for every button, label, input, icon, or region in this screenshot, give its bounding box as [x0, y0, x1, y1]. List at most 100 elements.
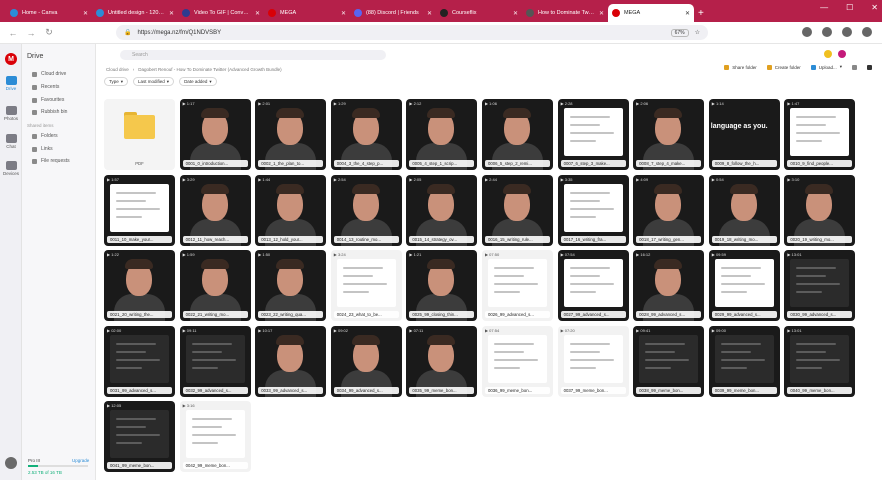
list-view-button[interactable]: [852, 64, 857, 70]
video-tile[interactable]: ▶ 4:09 0018_17_writing_gen...: [633, 174, 705, 246]
video-tile[interactable]: ▶ 12:05 0041_99_meme_bon...: [104, 401, 175, 473]
video-tile[interactable]: ▶ 07:54 0036_99_meme_bon...: [481, 325, 553, 397]
folder-tile[interactable]: PDF: [104, 99, 175, 170]
video-tile[interactable]: ▶ 07:50 0026_99_advanced_s...: [481, 250, 553, 322]
avatar[interactable]: [838, 50, 846, 58]
search-input[interactable]: Search: [120, 50, 386, 60]
minimize-icon[interactable]: —: [820, 3, 828, 12]
back-icon[interactable]: ←: [8, 28, 18, 38]
video-tile[interactable]: ▶ 0:54 0019_18_writing_mo...: [708, 174, 780, 246]
video-tile[interactable]: ▶ 2:44 0016_15_writing_rule...: [481, 174, 553, 246]
video-tile[interactable]: ▶ 10:17 0033_99_advanced_s...: [255, 325, 327, 397]
panel-item-cloud-drive[interactable]: Cloud drive: [32, 71, 66, 77]
extensions-icon[interactable]: [802, 27, 812, 37]
video-tile[interactable]: ▶ 07:54 0027_99_advanced_s...: [557, 250, 629, 322]
close-icon[interactable]: ✕: [255, 10, 260, 17]
browser-tab[interactable]: Untitled design - 1200 × 7... ✕: [92, 4, 178, 22]
panel-item-file-requests[interactable]: File requests: [32, 158, 70, 164]
video-tile[interactable]: ▶ 1:50 0023_22_writing_qua...: [255, 250, 327, 322]
panel-item-links[interactable]: Links: [32, 146, 53, 152]
video-tile[interactable]: ▶ 13:01 0040_99_meme_bon...: [784, 325, 856, 397]
browser-tab[interactable]: MEGA ✕: [608, 4, 694, 22]
maximize-icon[interactable]: ☐: [846, 3, 853, 12]
close-icon[interactable]: ✕: [427, 10, 432, 17]
video-tile[interactable]: ▶ 1:29 0004_3_the_4_step_p...: [330, 99, 402, 170]
rail-item-chat[interactable]: Chat: [0, 134, 22, 149]
settings-icon[interactable]: [5, 457, 17, 469]
create-folder-button[interactable]: Create folder: [766, 64, 801, 70]
video-tile[interactable]: ▶ 09:11 0032_99_advanced_s...: [179, 325, 251, 397]
video-tile[interactable]: ▶ 02:00 0031_99_advanced_s...: [104, 325, 175, 397]
video-tile[interactable]: ▶ 1:21 0025_99_closing_thin...: [406, 250, 478, 322]
video-tile[interactable]: ▶ 1:06 0006_5_step_2_remi...: [481, 99, 553, 170]
notification-bell-icon[interactable]: [824, 50, 832, 58]
download-icon[interactable]: [822, 27, 832, 37]
video-tile[interactable]: ▶ 2:06 0008_7_step_4_make...: [633, 99, 705, 170]
video-tile[interactable]: ▶ 1:59 0022_21_writing_mo...: [179, 250, 251, 322]
close-icon[interactable]: ✕: [513, 10, 518, 17]
video-tile[interactable]: ▶ 1:57 0011_10_make_your...: [104, 174, 175, 246]
video-tile[interactable]: ▶ 2:01 0002_1_the_plan_to...: [255, 99, 327, 170]
video-tile[interactable]: ▶ 2:12 0005_4_step_1_scrip...: [406, 99, 478, 170]
video-tile[interactable]: ▶ 3:24 0024_23_what_to_be...: [330, 250, 402, 322]
address-bar[interactable]: 🔒 https://mega.nz/fm/Q1NDVSBY 67% ☆: [116, 25, 708, 40]
video-tile[interactable]: ▶ 1:22 0021_20_writing_the...: [104, 250, 175, 322]
panel-item-favourites[interactable]: Favourites: [32, 97, 64, 103]
menu-icon[interactable]: [862, 27, 872, 37]
browser-tab[interactable]: How to Dominate Twitter ... ✕: [522, 4, 608, 22]
close-window-icon[interactable]: ✕: [871, 3, 878, 12]
browser-tab[interactable]: MEGA ✕: [264, 4, 350, 22]
video-tile[interactable]: ▶ 3:29 0012_11_how_reach...: [179, 174, 251, 246]
video-tile[interactable]: ▶ 09:59 0029_99_advanced_s...: [708, 250, 780, 322]
video-tile[interactable]: ▶ 07:11 0035_99_meme_bon...: [406, 325, 478, 397]
video-tile[interactable]: ▶ 1:17 0001_0_introduction...: [179, 99, 251, 170]
bookmark-star-icon[interactable]: ☆: [695, 29, 700, 36]
new-tab-icon[interactable]: +: [698, 8, 704, 19]
close-icon[interactable]: ✕: [341, 10, 346, 17]
file-name: 0006_5_step_2_remi...: [484, 160, 550, 167]
rail-item-devices[interactable]: Devices: [0, 161, 22, 176]
video-tile[interactable]: ▶ 2:28 0007_6_step_3_make...: [557, 99, 629, 170]
rail-item-drive[interactable]: Drive: [0, 76, 22, 91]
video-tile[interactable]: ▶ 3:16 0042_99_meme_bon...: [179, 401, 251, 473]
rail-item-photos[interactable]: Photos: [0, 106, 22, 121]
video-tile[interactable]: ▶ 09:41 0038_99_meme_bon...: [633, 325, 705, 397]
panel-item-folders[interactable]: Folders: [32, 133, 58, 139]
breadcrumb-cloud-drive[interactable]: Cloud drive: [106, 67, 129, 72]
filter-last-modified[interactable]: Last modified ▾: [133, 77, 175, 86]
video-tile[interactable]: ▶ 1:44 0013_12_hold_your...: [255, 174, 327, 246]
close-icon[interactable]: ✕: [169, 10, 174, 17]
profile-icon[interactable]: [842, 27, 852, 37]
browser-tab[interactable]: Video To GIF | Convert Vid... ✕: [178, 4, 264, 22]
video-tile[interactable]: ▶ 09:00 0039_99_meme_bon...: [708, 325, 780, 397]
upgrade-link[interactable]: Upgrade: [72, 458, 89, 463]
filter-date-added[interactable]: Date added ▾: [179, 77, 217, 86]
video-tile[interactable]: ▶ 2:54 0014_13_routine_mo...: [330, 174, 402, 246]
video-tile[interactable]: ▶ 3:35 0017_16_writing_fra...: [557, 174, 629, 246]
video-tile[interactable]: ▶ 16:12 0028_99_advanced_s...: [633, 250, 705, 322]
browser-tab[interactable]: Courseflix ✕: [436, 4, 522, 22]
upload-button[interactable]: Upload... ▾: [810, 64, 842, 70]
browser-tab[interactable]: (88) Discord | Friends ✕: [350, 4, 436, 22]
zoom-level[interactable]: 67%: [670, 28, 689, 37]
grid-view-button[interactable]: [867, 64, 872, 70]
panel-item-recents[interactable]: Recents: [32, 84, 59, 90]
panel-item-rubbish-bin[interactable]: Rubbish bin: [32, 109, 67, 115]
close-icon[interactable]: ✕: [685, 10, 690, 17]
video-tile[interactable]: ▶ 13:01 0030_99_advanced_s...: [784, 250, 856, 322]
file-name: 0014_13_routine_mo...: [333, 235, 399, 243]
video-tile[interactable]: ▶ 09:02 0034_99_advanced_s...: [330, 325, 402, 397]
browser-tab[interactable]: Home - Canva ✕: [6, 4, 92, 22]
reload-icon[interactable]: ↻: [44, 27, 54, 38]
mega-logo-icon[interactable]: M: [5, 53, 17, 65]
close-icon[interactable]: ✕: [83, 10, 88, 17]
forward-icon[interactable]: →: [26, 28, 36, 38]
close-icon[interactable]: ✕: [599, 10, 604, 17]
video-tile[interactable]: ▶ 2:05 0015_14_strategy_ov...: [406, 174, 478, 246]
video-tile[interactable]: ▶ 1:47 0010_9_find_people...: [784, 99, 856, 170]
share-folder-button[interactable]: Share folder: [724, 64, 757, 70]
filter-type[interactable]: Type ▾: [104, 77, 129, 86]
video-tile[interactable]: language as you. ▶ 1:14 0009_8_follow_the_…: [708, 99, 780, 170]
video-tile[interactable]: ▶ 07:20 0037_99_meme_bon...: [557, 325, 629, 397]
video-tile[interactable]: ▶ 3:10 0020_19_writing_mo...: [784, 174, 856, 246]
